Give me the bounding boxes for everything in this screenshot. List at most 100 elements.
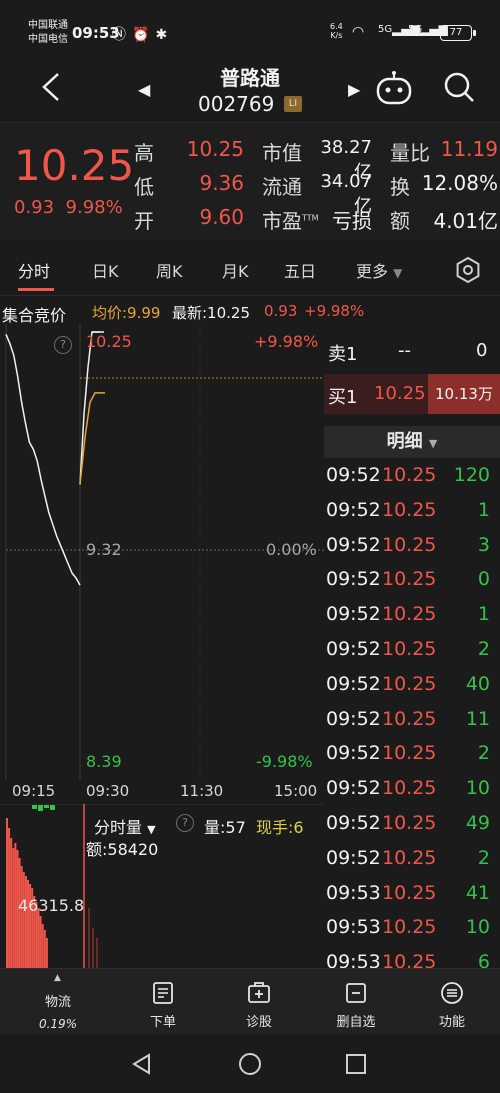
trade-row: 09:52 10.25 2 [324,634,500,668]
tab-daily-k[interactable]: 日K [92,258,119,282]
volume-axis-label: 46315.8 [18,896,85,915]
time-tick-1130: 11:30 [180,782,224,800]
bottom-toolbar: ▲ 物流 0.19% 下单 诊股 删自选 功能 [0,968,500,1034]
tab-monthly-k[interactable]: 月K [222,258,249,282]
volume-bar [6,818,8,968]
settings-icon[interactable] [454,256,482,284]
trade-time: 09:52 [326,638,381,660]
nav-home-icon[interactable] [238,1052,262,1076]
tab-more[interactable]: 更多 ▼ [356,258,402,282]
pct-top-label: +9.98% [254,332,319,351]
high-label: 高 [134,141,154,165]
tab-intraday[interactable]: 分时 [18,258,50,282]
volume-bar [24,876,27,968]
high-value: 10.25 [186,137,244,161]
volume-bar-down [44,805,49,808]
trade-row: 09:52 10.25 2 [324,738,500,772]
help-icon[interactable]: ? [54,336,72,354]
volume-bar [10,838,13,968]
detail-header[interactable]: 明细 ▼ [324,426,500,458]
volume-bar [8,828,11,968]
turnover-value: 12.08% [421,171,498,195]
volratio-label: 量比 [390,141,430,165]
order-button[interactable]: 下单 [113,969,213,1035]
tab-five-day[interactable]: 五日 [284,258,316,282]
trade-time: 09:52 [326,777,381,800]
robot-assistant-icon[interactable] [374,70,414,106]
latest-change: 0.93 [264,302,298,320]
trade-volume: 10 [465,777,490,800]
volume-bar [45,938,48,968]
low-label: 低 [134,175,154,199]
pct-bottom-label: -9.98% [256,752,313,771]
latest-change-pct: +9.98% [304,302,365,320]
trade-row: 09:53 10.25 41 [324,878,500,912]
amount-value: 4.01亿 [433,209,498,233]
trade-volume: 11 [465,707,490,730]
status-bar: 中国联通 中国电信 09:53 Ⓝ⏰✱ 6.4 K/s ◠ 5G ▂▄▆ 5G … [0,0,500,56]
low-value: 9.36 [199,171,244,195]
trade-price: 10.25 [382,603,437,626]
nav-back-icon[interactable] [130,1052,154,1076]
volume-chart[interactable]: 分时量 ▼ ? 量:57 现手:6 额:58420 46315.8 [0,803,324,968]
trade-row: 09:53 10.25 10 [324,912,500,946]
remove-watchlist-button[interactable]: 删自选 [306,969,406,1035]
trade-time: 09:52 [326,707,381,730]
logistics-label: 物流 [44,995,71,1010]
volume-bar-down [38,805,43,811]
trade-price: 10.25 [382,672,437,695]
buy-1-label: 买1 [328,387,358,408]
volume-bar [14,843,17,968]
avg-price: 均价:9.99 [92,304,161,322]
volume-type-selector[interactable]: 分时量 ▼ [94,814,156,838]
search-icon[interactable] [442,70,476,104]
net-speed: 6.4 K/s [330,22,343,40]
trade-time: 09:52 [326,603,381,626]
mktcap-label: 市值 [262,141,302,165]
chart-info-bar: 集合竞价 均价:9.99 最新:10.25 0.93 +9.98% [0,298,500,325]
trade-time: 09:52 [326,742,381,765]
open-label: 开 [134,209,154,233]
volume-bar [37,908,40,968]
tab-weekly-k[interactable]: 周K [156,258,183,282]
logistics-button[interactable]: ▲ 物流 0.19% [8,969,108,1035]
volume-bar [41,924,44,968]
turnover-label: 换 [390,175,410,199]
volume-bar-session [88,908,90,968]
buy-1-row[interactable]: 买1 10.25 10.13万 [324,374,500,414]
stock-name: 普路通 [220,66,280,90]
volume-bar-down [50,805,55,810]
price-change: 0.93 9.98% [14,197,123,218]
volume-amount: 额:58420 [86,840,159,859]
trade-price: 10.25 [382,916,437,939]
trade-row: 09:52 10.25 1 [324,495,500,529]
volume-bar [27,880,29,968]
trade-price: 10.25 [382,812,437,834]
diagnose-button[interactable]: 诊股 [209,969,309,1035]
current-price: 10.25 [14,141,135,190]
auction-price-line [5,334,81,586]
stock-header: ◀ 普路通 002769 LI ▶ [0,56,500,122]
next-stock-icon[interactable]: ▶ [348,80,360,99]
float-label: 流通 [262,175,302,199]
trade-row: 09:52 10.25 49 [324,808,500,842]
volume-help-icon[interactable]: ? [176,814,194,832]
intraday-chart[interactable]: ? 10.25 +9.98% 9.32 0.00% 8.39 -9.98% [0,324,324,780]
trade-volume: 49 [465,812,490,834]
functions-label: 功能 [438,1015,465,1030]
trade-price: 10.25 [382,777,437,800]
volume-bar [43,930,46,968]
trade-time: 09:52 [326,812,381,834]
time-tick-1500: 15:00 [274,782,318,800]
battery-icon: 77 [440,25,476,41]
sell-1-row[interactable]: 卖1 -- 0 [324,334,500,370]
buy-1-price: 10.25 [374,383,426,404]
pe-value: 亏损 [332,209,372,233]
trade-time: 09:52 [326,464,381,486]
trade-row: 09:52 10.25 40 [324,669,500,703]
nav-recents-icon[interactable] [344,1052,368,1076]
order-label: 下单 [149,1015,176,1030]
functions-button[interactable]: 功能 [402,969,500,1035]
remove-box-icon [346,983,366,1003]
volume-hand: 现手:6 [256,818,304,837]
